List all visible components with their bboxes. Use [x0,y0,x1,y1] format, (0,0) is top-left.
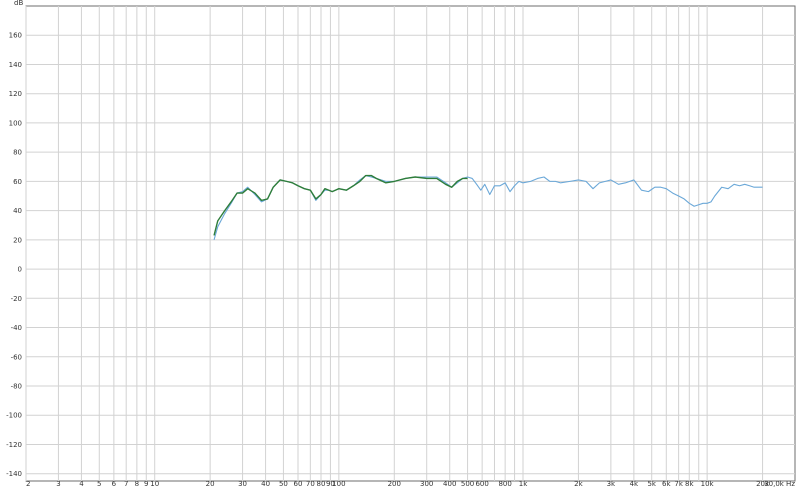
x-tick-label: 6 [112,480,117,488]
plot-area [25,5,796,482]
x-tick-label: 100 [332,480,345,488]
x-tick-label: 500 [461,480,474,488]
y-tick-label: -80 [11,383,22,391]
x-tick-label: 7k [674,480,683,488]
frequency-response-chart: 160 140 120 100 80 60 40 20 0 -20 -40 -60 -80 -100 -12… [0,0,800,488]
x-tick-label: 30 [238,480,247,488]
x-tick-label: 30,0k Hz [764,480,795,488]
x-tick-label: 40 [261,480,270,488]
y-tick-label: -120 [6,441,22,449]
y-tick-label: 80 [13,149,22,157]
y-tick-label: 100 [9,119,22,127]
chart-svg: 160140120100806040200-20-40-60-80-100-12… [6,0,796,488]
y-tick-label: 40 [13,207,22,215]
x-tick-label: 10k [701,480,715,488]
x-tick-label: 4k [630,480,639,488]
x-tick-label: 4 [79,480,84,488]
y-tick-label: 20 [13,236,22,244]
y-tick-label: -40 [11,324,22,332]
y-tick-label: -140 [6,470,22,478]
x-gridlines [25,6,764,481]
x-tick-label: 60 [294,480,303,488]
x-tick-label: 8 [135,480,139,488]
x-tick-label: 600 [475,480,488,488]
x-tick-label: 80 [317,480,326,488]
x-tick-label: 50 [279,480,288,488]
y-tick-label: -20 [11,295,22,303]
y-tick-label: 120 [9,90,22,98]
y-tick-label: 160 [9,32,22,40]
x-tick-label: 5 [97,480,101,488]
y-tick-label: -100 [6,412,22,420]
y-unit-label: dB [14,0,23,7]
x-tick-label: 10 [150,480,159,488]
x-tick-label: 9 [144,480,148,488]
x-tick-label: 800 [498,480,511,488]
x-tick-label: 200 [388,480,401,488]
x-tick-label: 7 [124,480,128,488]
y-tick-labels: 160 140 120 100 80 60 40 20 0 -20 -40 -60 -80 -100 -12… [6,32,22,478]
x-tick-label: 3 [56,480,60,488]
y-tick-label: -60 [11,353,22,361]
y-tick-label: 140 [9,61,22,69]
x-tick-label: 8k [685,480,694,488]
x-tick-label: 300 [420,480,433,488]
x-tick-label: 5k [647,480,656,488]
x-tick-label: 70 [306,480,315,488]
x-tick-label: 2 [26,480,30,488]
x-tick-label: 3k [607,480,616,488]
x-tick-label: 20 [206,480,215,488]
x-tick-label: 400 [443,480,456,488]
x-tick-label: 6k [662,480,671,488]
x-tick-label: 2k [574,480,583,488]
x-tick-label: 1k [519,480,528,488]
y-tick-label: 60 [13,178,22,186]
y-tick-label: 0 [18,266,22,274]
